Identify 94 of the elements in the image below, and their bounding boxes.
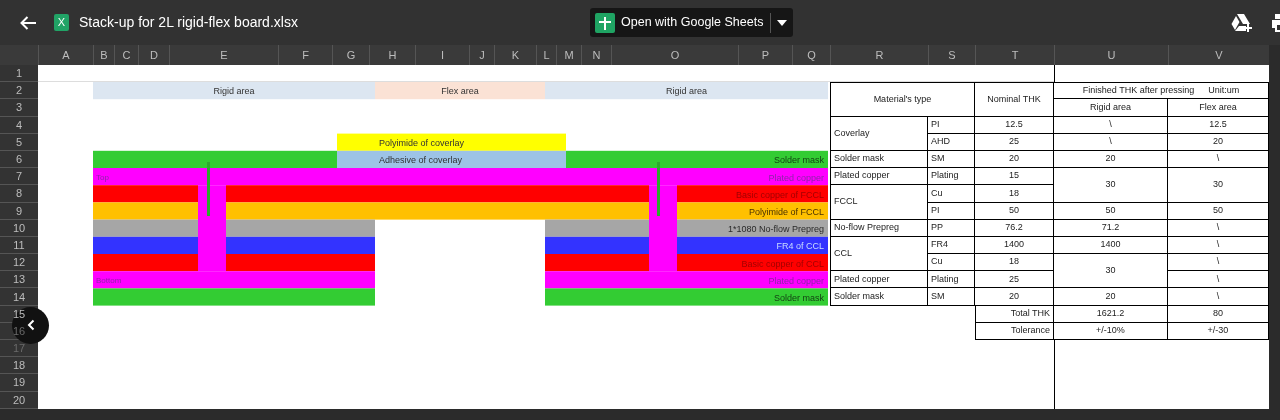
column-header[interactable]: M — [556, 45, 581, 65]
column-header[interactable]: O — [611, 45, 738, 65]
side-label: Bottom — [96, 275, 122, 285]
table-cell: Cu — [928, 254, 975, 272]
layer-label: Basic copper of CCL — [741, 258, 824, 269]
column-header[interactable]: T — [975, 45, 1054, 65]
column-header[interactable]: J — [469, 45, 494, 65]
column-header[interactable]: P — [738, 45, 792, 65]
column-header[interactable]: R — [830, 45, 928, 65]
table-cell: FCCL — [830, 185, 928, 220]
row-number[interactable]: 18 — [12, 360, 26, 372]
zone-label: Rigid area — [666, 86, 707, 97]
side-label: Top — [96, 172, 109, 182]
zone-label: Flex area — [441, 86, 479, 97]
row-number[interactable]: 19 — [12, 377, 26, 389]
chevron-left-icon — [26, 319, 35, 332]
table-cell: Coverlay — [830, 116, 928, 151]
table-cell: Plated copper — [830, 168, 928, 186]
row-number[interactable]: 5 — [15, 136, 23, 148]
column-header[interactable]: K — [494, 45, 536, 65]
table-cell: 18 — [975, 185, 1054, 203]
table-cell: \ — [1168, 271, 1269, 289]
table-cell: CCL — [830, 236, 928, 272]
table-cell: Rigid area — [1054, 99, 1168, 117]
column-header[interactable]: B — [93, 45, 114, 65]
table-cell: 25 — [975, 271, 1054, 289]
table-cell: 30 — [1054, 254, 1168, 289]
layer-label: Adhesive of coverlay — [379, 155, 463, 166]
file-name: Stack-up for 2L rigid-flex board.xlsx — [79, 13, 298, 32]
table-cell: Nominal THK — [975, 82, 1054, 117]
row-number[interactable]: 6 — [15, 154, 23, 166]
layer-label: FR4 of CCL — [776, 241, 824, 252]
column-header[interactable]: C — [114, 45, 138, 65]
row-number[interactable]: 11 — [13, 239, 25, 251]
header-text: Finished THK after pressing — [1082, 84, 1195, 98]
row-number[interactable]: 15 — [12, 308, 26, 320]
file-type-badge: X — [54, 14, 69, 31]
table-cell: Plated copper — [830, 271, 928, 289]
layer-label: 1*1080 No-flow Prepreg — [727, 224, 824, 235]
layer-label: Solder mask — [773, 155, 824, 166]
table-cell: Cu — [928, 185, 975, 203]
layer-label: Basic copper of FCCL — [735, 189, 824, 200]
table-cell: Plating — [928, 271, 975, 289]
table-cell: 15 — [975, 168, 1054, 186]
layer-label: Polyimide of FCCL — [748, 207, 824, 218]
table-cell: 20 — [1054, 288, 1168, 306]
caret-icon — [777, 19, 788, 26]
column-header[interactable]: Q — [792, 45, 830, 65]
table-cell: Solder mask — [830, 288, 928, 306]
row-number[interactable]: 8 — [15, 188, 23, 200]
column-header[interactable]: H — [369, 45, 415, 65]
column-header[interactable]: S — [928, 45, 975, 65]
drive-add-icon[interactable] — [1231, 12, 1253, 33]
table-cell: SM — [928, 288, 975, 306]
layer-label: Plated copper — [768, 172, 824, 183]
unit-text: Unit:um — [1208, 84, 1240, 98]
row-number[interactable]: 4 — [15, 119, 23, 131]
layer-label: Polyimide of coverlay — [379, 138, 465, 149]
table-cell: 30 — [1054, 168, 1168, 203]
column-header[interactable]: A — [38, 45, 93, 65]
row-number[interactable]: 3 — [15, 102, 23, 114]
layer-label: Plated copper — [768, 275, 824, 286]
sheets-icon — [595, 12, 615, 33]
row-number[interactable]: 12 — [12, 257, 26, 269]
row-number[interactable]: 7 — [15, 171, 23, 183]
column-header[interactable]: L — [536, 45, 556, 65]
row-number[interactable]: 14 — [12, 291, 26, 303]
row-number[interactable]: 13 — [12, 274, 26, 286]
column-header[interactable]: G — [332, 45, 369, 65]
table-cell: Material's type — [830, 82, 975, 117]
column-header[interactable]: I — [415, 45, 469, 65]
table-cell: 20 — [975, 288, 1054, 306]
table-cell: 18 — [975, 254, 1054, 272]
back-arrow-icon — [19, 14, 37, 31]
open-with-button[interactable]: Open with Google Sheets — [590, 8, 771, 37]
row-number[interactable]: 10 — [12, 222, 26, 234]
column-header[interactable]: N — [581, 45, 611, 65]
table-cell: Plating — [928, 168, 975, 186]
table-cell: \ — [1168, 288, 1269, 306]
row-number[interactable]: 9 — [15, 205, 23, 217]
table-cell: \ — [1168, 254, 1269, 272]
column-header[interactable]: D — [138, 45, 169, 65]
row-number[interactable]: 20 — [12, 394, 26, 406]
column-header[interactable]: E — [169, 45, 278, 65]
column-header[interactable]: V — [1168, 45, 1269, 65]
zone-label: Rigid area — [213, 86, 255, 97]
column-header[interactable]: U — [1054, 45, 1168, 65]
table-cell: 30 — [1168, 168, 1269, 203]
table-cell: Flex area — [1168, 99, 1269, 117]
layer-label: Solder mask — [773, 293, 824, 304]
row-number[interactable]: 1 — [15, 68, 23, 80]
row-number[interactable]: 16 — [12, 325, 26, 337]
row-number[interactable]: 2 — [15, 85, 23, 97]
column-header[interactable]: F — [278, 45, 332, 65]
